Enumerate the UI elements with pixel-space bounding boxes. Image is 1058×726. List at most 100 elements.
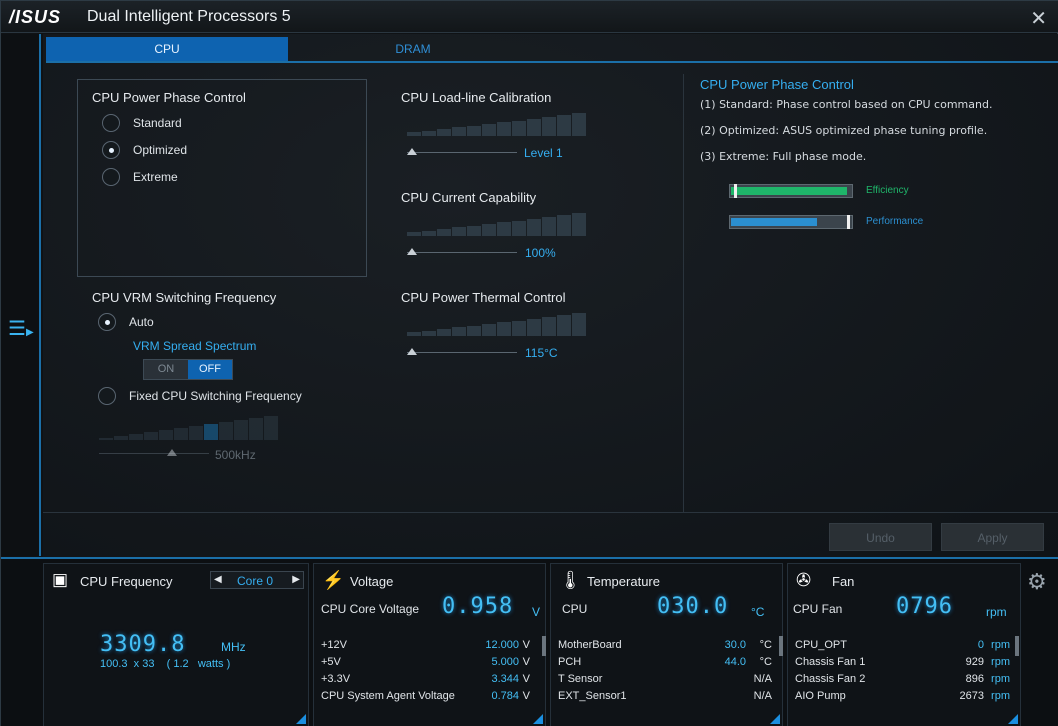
current-steps (407, 212, 591, 236)
llc-slider[interactable] (407, 152, 517, 153)
voltage-row-value: 5.000 (491, 656, 519, 668)
fan-row-label: AIO Pump (795, 690, 846, 702)
thermal-thumb[interactable] (407, 348, 417, 355)
cpu-core-voltage-label: CPU Core Voltage (321, 602, 420, 616)
tab-underline (46, 61, 1058, 63)
bottom-divider (43, 512, 1058, 513)
fan-row-value: 896 (965, 673, 984, 685)
core-selector[interactable]: ◀ Core 0 ▶ (210, 571, 304, 589)
fan-row-label: Chassis Fan 2 (795, 673, 866, 685)
cpu-frequency-unit: MHz (221, 640, 246, 654)
radio-optimized-label: Optimized (133, 143, 188, 157)
fan-row-unit: rpm (991, 673, 1010, 685)
cpu-frequency-card: ▣ CPU Frequency ◀ Core 0 ▶ 3309.8 MHz 10… (43, 563, 309, 726)
cpu-fan-label: CPU Fan (793, 602, 843, 616)
phase-control-title: CPU Power Phase Control (92, 90, 246, 105)
llc-thumb[interactable] (407, 148, 417, 155)
main-panel: CPU DRAM CPU Power Phase Control Standar… (43, 34, 1058, 557)
temp-row-label: PCH (558, 656, 582, 668)
expand-corner[interactable] (1008, 714, 1018, 724)
voltage-row-value: 0.784 (491, 690, 519, 702)
cpu-chip-icon: ▣ (52, 570, 69, 589)
expand-corner[interactable] (533, 714, 543, 724)
efficiency-label: Efficiency (866, 185, 909, 196)
fixed-freq-value: 500kHz (215, 448, 256, 462)
temperature-scrollbar[interactable] (779, 636, 783, 656)
tab-cpu[interactable]: CPU (46, 37, 288, 61)
cpu-frequency-detail: 100.3 x 33 ( 1.2 watts ) (100, 658, 231, 670)
performance-marker (847, 215, 850, 229)
radio-standard[interactable] (102, 114, 120, 132)
voltage-scrollbar[interactable] (542, 636, 546, 656)
thermal-steps (407, 312, 591, 336)
spread-spectrum-toggle[interactable]: ON OFF (143, 359, 233, 380)
current-thumb[interactable] (407, 248, 417, 255)
core-next-icon[interactable]: ▶ (292, 574, 300, 585)
temperature-title: Temperature (587, 574, 660, 589)
radio-optimized[interactable] (102, 141, 120, 159)
cpu-fan-unit: rpm (986, 605, 1007, 619)
cpu-fan-value: 0796 (896, 594, 953, 619)
tab-dram[interactable]: DRAM (293, 37, 533, 61)
fan-row-unit: rpm (991, 690, 1010, 702)
current-value: 100% (525, 246, 556, 260)
voltage-row-label: CPU System Agent Voltage (321, 690, 455, 702)
fan-row-value: 929 (965, 656, 984, 668)
efficiency-marker (734, 184, 737, 198)
fan-row-value: 2673 (959, 690, 984, 702)
temp-row-value: 44.0 (724, 656, 746, 668)
toggle-on[interactable]: ON (144, 360, 188, 379)
toggle-off[interactable]: OFF (188, 360, 232, 379)
lightning-icon: ⚡ (322, 570, 345, 590)
core-prev-icon[interactable]: ◀ (214, 574, 222, 585)
voltage-row-label: +5V (321, 656, 341, 668)
fan-row-unit: rpm (991, 656, 1010, 668)
temp-row-label: EXT_Sensor1 (558, 690, 627, 702)
temperature-card: 🌡 Temperature CPU 030.0 °C MotherBoard 3… (550, 563, 783, 726)
apply-button[interactable]: Apply (941, 523, 1044, 551)
fan-scrollbar[interactable] (1015, 636, 1019, 656)
thermal-title: CPU Power Thermal Control (401, 290, 566, 305)
title-bar: /ISUS Dual Intelligent Processors 5 ✕ (1, 1, 1058, 33)
llc-title: CPU Load-line Calibration (401, 90, 552, 105)
cpu-frequency-value: 3309.8 (100, 632, 186, 657)
voltage-row-unit: V (522, 690, 530, 702)
fixed-freq-slider[interactable] (99, 453, 209, 454)
vrm-title: CPU VRM Switching Frequency (92, 290, 277, 305)
undo-button[interactable]: Undo (829, 523, 932, 551)
voltage-row-value: 3.344 (491, 673, 519, 685)
fan-title: Fan (832, 574, 855, 589)
close-icon[interactable]: ✕ (1030, 6, 1047, 31)
temp-row-label: MotherBoard (558, 639, 622, 651)
voltage-row-unit: V (522, 639, 530, 651)
cpu-frequency-title: CPU Frequency (80, 574, 173, 589)
fixed-freq-steps (99, 416, 283, 440)
description-title: CPU Power Phase Control (700, 77, 854, 92)
cpu-temp-label: CPU (562, 602, 588, 616)
temp-row-value: N/A (753, 690, 772, 702)
current-slider[interactable] (407, 252, 517, 253)
performance-fill (731, 218, 818, 226)
expand-corner[interactable] (770, 714, 780, 724)
left-sidebar: ☰▶ (1, 34, 41, 556)
radio-fixed-frequency[interactable] (98, 387, 116, 405)
voltage-row-label: +3.3V (321, 673, 351, 685)
expand-corner[interactable] (296, 714, 306, 724)
radio-fixed-label: Fixed CPU Switching Frequency (129, 389, 302, 403)
radio-extreme-label: Extreme (133, 170, 178, 184)
fan-icon: ✇ (796, 570, 812, 590)
cpu-temp-value: 030.0 (657, 594, 729, 619)
vertical-divider (683, 74, 684, 512)
radio-extreme[interactable] (102, 168, 120, 186)
fan-row-label: CPU_OPT (795, 639, 847, 651)
temp-row-unit: °C (759, 639, 772, 651)
monitor-bar: ▣ CPU Frequency ◀ Core 0 ▶ 3309.8 MHz 10… (1, 557, 1058, 726)
core-selector-value: Core 0 (237, 574, 274, 588)
radio-auto[interactable] (98, 313, 116, 331)
menu-expand-icon[interactable]: ☰▶ (8, 319, 34, 343)
fixed-freq-thumb[interactable] (167, 449, 177, 456)
settings-gear-icon[interactable]: ⚙ (1027, 569, 1047, 595)
temp-row-unit: °C (759, 656, 772, 668)
cpu-core-voltage-value: 0.958 (442, 594, 514, 619)
thermal-slider[interactable] (407, 352, 517, 353)
